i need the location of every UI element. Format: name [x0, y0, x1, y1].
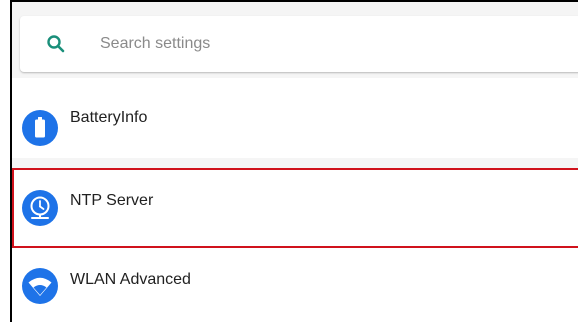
settings-item-label: NTP Server	[70, 192, 154, 209]
settings-item-ntp-server[interactable]: NTP Server	[12, 168, 578, 248]
settings-item-label: WLAN Advanced	[70, 271, 191, 288]
settings-item-wlan-advanced[interactable]: WLAN Advanced	[12, 248, 578, 322]
wifi-icon	[22, 268, 58, 304]
clock-server-icon	[22, 190, 58, 226]
settings-item-batteryinfo[interactable]: BatteryInfo	[12, 78, 578, 158]
search-input-placeholder[interactable]: Search settings	[100, 16, 210, 72]
search-icon	[47, 35, 65, 53]
settings-item-label: BatteryInfo	[70, 109, 148, 126]
settings-panel: Search settings BatteryInfo NTP Server W…	[10, 0, 578, 322]
battery-icon	[22, 110, 58, 146]
search-bar[interactable]: Search settings	[20, 16, 578, 72]
